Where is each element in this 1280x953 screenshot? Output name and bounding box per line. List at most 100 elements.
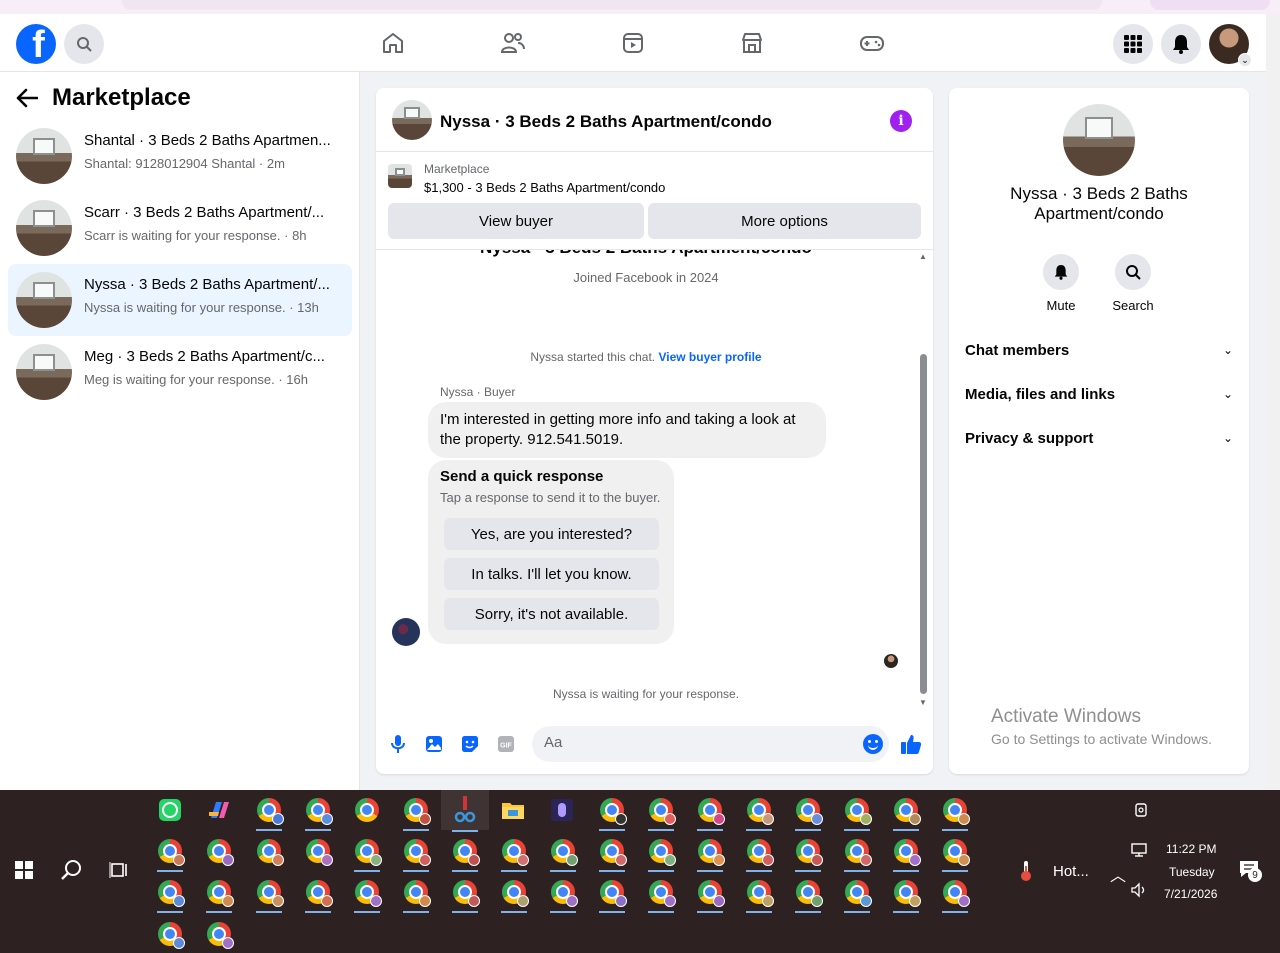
chrome-profile-icon[interactable] xyxy=(299,832,337,870)
listing-title[interactable]: $1,300 - 3 Beds 2 Baths Apartment/condo xyxy=(424,180,665,195)
chrome-profile-icon[interactable] xyxy=(593,791,631,831)
chrome-profile-icon[interactable] xyxy=(691,791,729,831)
chrome-profile-icon[interactable] xyxy=(691,873,729,913)
chrome-profile-icon[interactable] xyxy=(887,791,925,831)
chrome-profile-icon[interactable] xyxy=(642,873,680,913)
nav-marketplace[interactable] xyxy=(738,29,766,57)
chrome-profile-icon[interactable] xyxy=(397,832,435,872)
chrome-profile-icon[interactable] xyxy=(838,832,876,872)
search-conversation-button[interactable]: Search xyxy=(1103,254,1163,313)
chrome-profile-icon[interactable] xyxy=(593,832,631,872)
chrome-profile-icon[interactable] xyxy=(348,873,386,913)
chrome-icon[interactable] xyxy=(348,791,386,829)
scroll-up-arrow-icon[interactable]: ▲ xyxy=(919,252,927,261)
account-avatar[interactable]: ⌄ xyxy=(1209,24,1252,67)
chrome-profile-icon[interactable] xyxy=(740,791,778,831)
browser-profile-button[interactable] xyxy=(1150,0,1270,10)
chat-members-section[interactable]: Chat members ⌄ xyxy=(965,338,1233,362)
chrome-profile-icon[interactable] xyxy=(789,873,827,913)
windows-start-button[interactable] xyxy=(15,861,33,879)
chrome-profile-icon[interactable] xyxy=(789,832,827,872)
chrome-profile-icon[interactable] xyxy=(446,832,484,872)
conversation-item-nyssa[interactable]: Nyssa · 3 Beds 2 Baths Apartment/... Nys… xyxy=(8,264,352,336)
notifications-button[interactable] xyxy=(1161,24,1201,64)
chrome-profile-icon[interactable] xyxy=(740,873,778,913)
nav-video[interactable] xyxy=(619,29,647,57)
chrome-profile-icon[interactable] xyxy=(544,832,582,872)
notification-center-icon[interactable]: 9 xyxy=(1234,854,1264,884)
network-icon[interactable] xyxy=(1124,840,1154,860)
media-files-links-section[interactable]: Media, files and links ⌄ xyxy=(965,382,1233,406)
taskbar-search-icon[interactable] xyxy=(53,851,91,889)
facebook-logo[interactable]: f xyxy=(16,24,56,64)
thread-scrollbar[interactable]: ▲ ▼ xyxy=(916,250,930,712)
chrome-profile-icon[interactable] xyxy=(200,832,238,870)
conversation-item-shantal[interactable]: Shantal · 3 Beds 2 Baths Apartmen... Sha… xyxy=(8,120,352,192)
chrome-profile-icon[interactable] xyxy=(250,832,288,870)
clock-day[interactable]: Tuesday xyxy=(1169,865,1215,879)
privacy-support-section[interactable]: Privacy & support ⌄ xyxy=(965,426,1233,450)
chrome-profile-icon[interactable] xyxy=(936,791,974,831)
gif-icon[interactable]: GIF xyxy=(496,734,516,754)
chrome-profile-icon[interactable] xyxy=(936,832,974,872)
chrome-profile-icon[interactable] xyxy=(299,791,337,831)
volume-icon[interactable] xyxy=(1126,880,1152,900)
emoji-icon[interactable] xyxy=(863,734,883,754)
chrome-profile-icon[interactable] xyxy=(936,873,974,913)
show-hidden-icons-chevron-icon[interactable]: ︿ xyxy=(1110,862,1126,886)
file-explorer-icon[interactable] xyxy=(494,791,532,829)
chrome-profile-icon[interactable] xyxy=(200,873,238,913)
message-bubble[interactable]: I'm interested in getting more info and … xyxy=(428,402,826,458)
clock-date[interactable]: 7/21/2026 xyxy=(1164,887,1217,901)
chrome-profile-icon[interactable] xyxy=(495,832,533,872)
chrome-profile-icon[interactable] xyxy=(740,832,778,872)
address-bar[interactable] xyxy=(122,0,1102,10)
chrome-profile-icon[interactable] xyxy=(642,791,680,831)
chrome-profile-icon[interactable] xyxy=(642,832,680,872)
quick-response-option[interactable]: Sorry, it's not available. xyxy=(444,598,659,630)
weather-icon[interactable] xyxy=(1016,853,1036,889)
mouse-app-icon[interactable] xyxy=(543,791,581,829)
photo-icon[interactable] xyxy=(424,734,444,754)
chrome-profile-icon[interactable] xyxy=(250,791,288,831)
message-input[interactable] xyxy=(544,734,844,751)
chrome-profile-icon[interactable] xyxy=(887,873,925,913)
like-icon[interactable] xyxy=(899,732,923,756)
chrome-profile-icon[interactable] xyxy=(397,873,435,913)
whatsapp-icon[interactable] xyxy=(151,791,189,829)
quick-response-option[interactable]: In talks. I'll let you know. xyxy=(444,558,659,590)
view-buyer-profile-link[interactable]: View buyer profile xyxy=(658,350,761,364)
chrome-profile-icon[interactable] xyxy=(544,873,582,913)
chrome-profile-icon[interactable] xyxy=(151,873,189,913)
chrome-profile-icon[interactable] xyxy=(397,791,435,831)
listing-thumbnail[interactable] xyxy=(392,100,432,140)
quick-response-option[interactable]: Yes, are you interested? xyxy=(444,518,659,550)
copilot-icon[interactable] xyxy=(200,791,238,829)
scrollbar-thumb[interactable] xyxy=(920,354,927,694)
chrome-profile-icon[interactable] xyxy=(887,832,925,872)
back-arrow-icon[interactable] xyxy=(16,88,38,108)
view-buyer-button[interactable]: View buyer xyxy=(388,203,644,239)
sticker-icon[interactable] xyxy=(460,734,480,754)
nav-gaming[interactable] xyxy=(858,29,886,57)
scroll-down-arrow-icon[interactable]: ▼ xyxy=(919,698,927,707)
meet-now-icon[interactable] xyxy=(1122,791,1160,829)
chrome-profile-icon[interactable] xyxy=(593,873,631,913)
chrome-profile-icon[interactable] xyxy=(151,832,189,872)
clock-time[interactable]: 11:22 PM xyxy=(1166,842,1216,856)
task-view-icon[interactable] xyxy=(100,851,138,889)
snipping-tool-icon[interactable] xyxy=(441,790,489,832)
nav-friends[interactable] xyxy=(499,29,527,57)
page-scrollbar[interactable] xyxy=(1266,14,1280,790)
chrome-profile-icon[interactable] xyxy=(838,873,876,913)
mute-button[interactable]: Mute xyxy=(1031,254,1091,313)
chat-title[interactable]: Nyssa · 3 Beds 2 Baths Apartment/condo xyxy=(440,112,772,132)
chrome-profile-icon[interactable] xyxy=(299,873,337,913)
chrome-profile-icon[interactable] xyxy=(789,791,827,831)
chrome-profile-icon[interactable] xyxy=(446,873,484,913)
search-button[interactable] xyxy=(64,24,104,64)
nav-home[interactable] xyxy=(379,29,407,57)
more-options-button[interactable]: More options xyxy=(648,203,921,239)
chrome-profile-icon[interactable] xyxy=(200,915,238,953)
microphone-icon[interactable] xyxy=(388,734,408,754)
